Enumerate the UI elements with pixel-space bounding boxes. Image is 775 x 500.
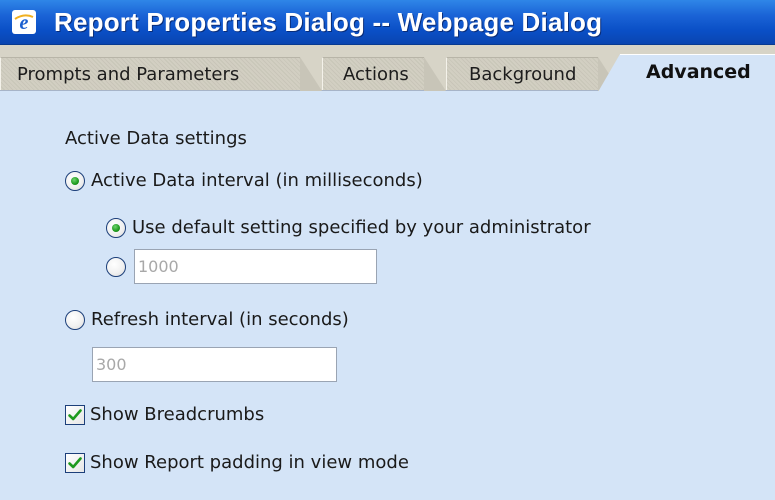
tab-label: Actions — [343, 64, 409, 85]
active-data-settings-heading: Active Data settings — [65, 128, 247, 149]
tab-strip: Prompts and Parameters Actions Backgroun… — [0, 45, 775, 92]
tab-label: Prompts and Parameters — [17, 64, 240, 85]
show-report-padding-checkbox[interactable] — [65, 453, 85, 473]
tab-label: Background — [469, 64, 577, 85]
title-bar[interactable]: e Report Properties Dialog -- Webpage Di… — [0, 0, 775, 45]
checkmark-icon — [68, 457, 82, 469]
show-breadcrumbs-label[interactable]: Show Breadcrumbs — [90, 404, 264, 425]
tab-background[interactable]: Background — [446, 57, 620, 91]
show-report-padding-label[interactable]: Show Report padding in view mode — [90, 452, 409, 473]
use-default-setting-label[interactable]: Use default setting specified by your ad… — [132, 217, 591, 238]
use-default-setting-radio[interactable] — [106, 218, 126, 238]
custom-interval-input[interactable]: 1000 — [134, 249, 377, 284]
refresh-interval-label[interactable]: Refresh interval (in seconds) — [91, 309, 349, 330]
internet-explorer-icon: e — [12, 10, 36, 34]
window-title: Report Properties Dialog -- Webpage Dial… — [54, 7, 603, 37]
advanced-panel: Active Data settings Active Data interva… — [0, 91, 775, 500]
active-data-interval-radio[interactable] — [65, 171, 85, 191]
show-breadcrumbs-checkbox[interactable] — [65, 405, 85, 425]
active-data-interval-label[interactable]: Active Data interval (in milliseconds) — [91, 170, 423, 191]
checkmark-icon — [68, 409, 82, 421]
tab-prompts-and-parameters[interactable]: Prompts and Parameters — [0, 57, 322, 91]
report-properties-dialog: e Report Properties Dialog -- Webpage Di… — [0, 0, 775, 500]
tab-actions[interactable]: Actions — [322, 57, 446, 91]
tab-advanced[interactable]: Advanced — [598, 54, 775, 92]
refresh-interval-radio[interactable] — [65, 310, 85, 330]
tab-label: Advanced — [646, 61, 751, 83]
custom-interval-radio[interactable] — [106, 257, 126, 277]
refresh-interval-input[interactable]: 300 — [92, 347, 337, 382]
